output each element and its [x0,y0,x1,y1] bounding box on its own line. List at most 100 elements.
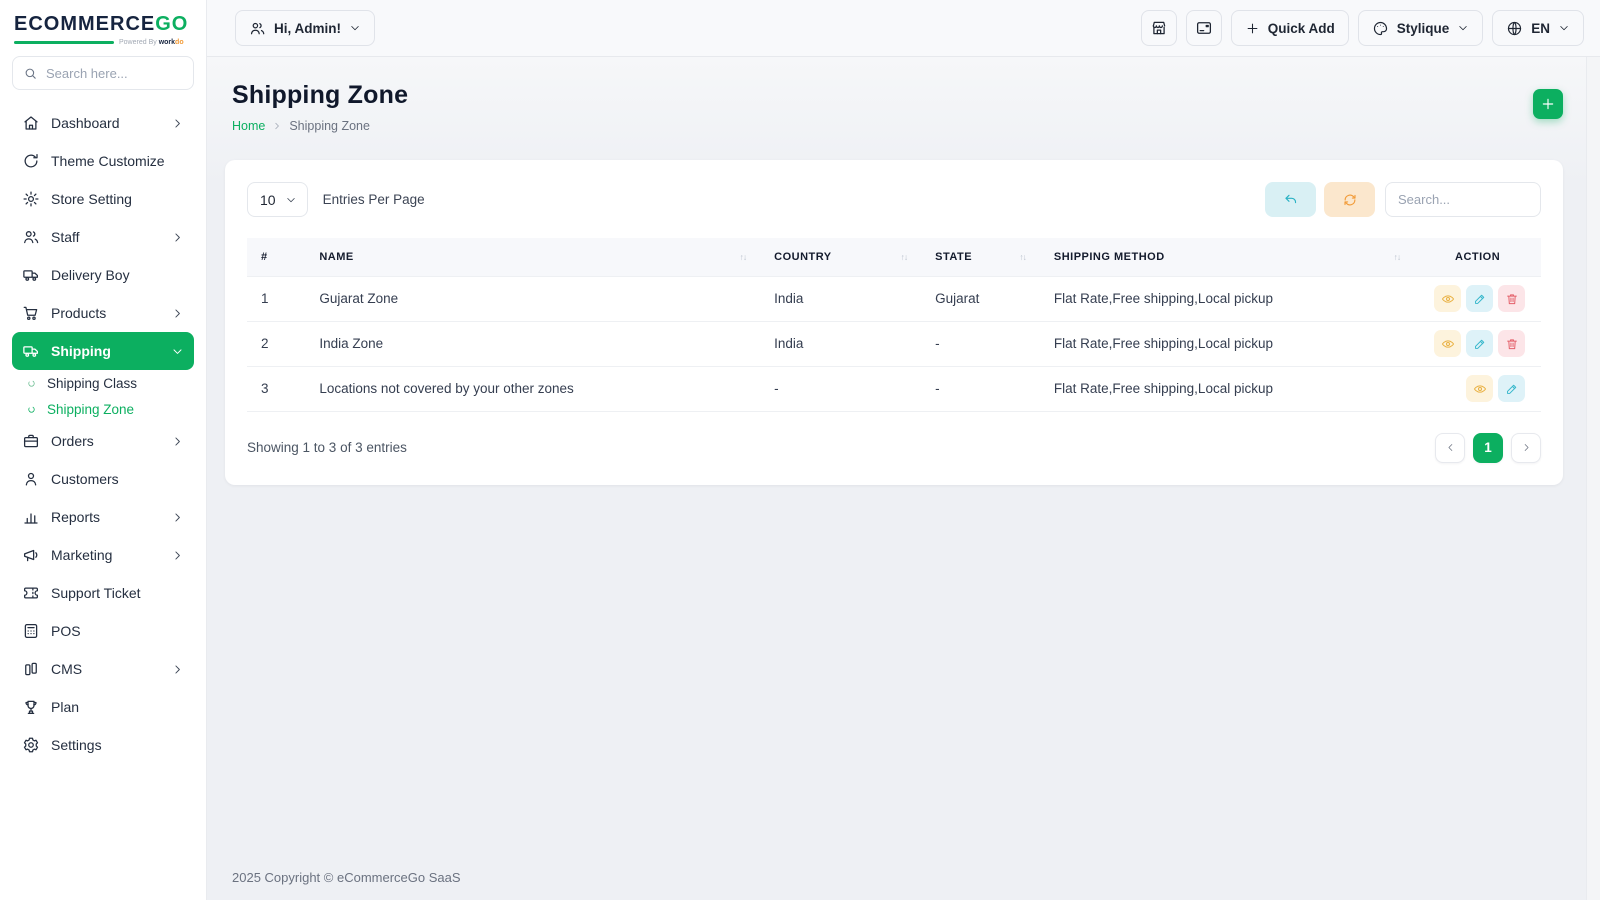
pagination-page-1[interactable]: 1 [1473,432,1503,463]
edit-button[interactable] [1466,285,1493,312]
column-header-state[interactable]: STATE ↑↓ [921,238,1040,276]
scrollbar-track[interactable] [1586,57,1600,900]
sidebar-subitem-shipping-zone[interactable]: Shipping Zone [12,396,194,422]
cell-name: India Zone [305,321,761,367]
language-switcher-button[interactable]: EN [1492,10,1584,46]
sidebar-item-dashboard[interactable]: Dashboard [12,104,194,142]
breadcrumb: Home Shipping Zone [232,119,408,133]
sidebar-item-settings[interactable]: Settings [12,726,194,764]
powered-by: Powered By workdo [119,39,184,46]
card-button[interactable] [1185,10,1222,46]
view-button[interactable] [1434,330,1461,357]
circle-icon [26,378,37,389]
sidebar-item-label: Marketing [51,547,113,563]
theme-label: Stylique [1396,20,1450,36]
sidebar-item-products[interactable]: Products [12,294,194,332]
entries-summary: Showing 1 to 3 of 3 entries [247,440,407,455]
topbar: Hi, Admin! Quick Add Stylique EN [207,0,1600,57]
column-header-country[interactable]: COUNTRY ↑↓ [760,238,922,276]
cell-state: - [921,321,1040,367]
circle-icon [26,404,37,415]
sidebar-item-label: Products [51,305,107,321]
sidebar-search [12,56,194,90]
main-content: Shipping Zone Home Shipping Zone 10 Entr… [207,57,1586,900]
eye-icon [1441,337,1455,351]
view-button[interactable] [1434,285,1461,312]
sidebar-item-support-ticket[interactable]: Support Ticket [12,574,194,612]
delete-button[interactable] [1498,330,1525,357]
sidebar-search-input[interactable] [46,65,183,81]
pencil-icon [1505,382,1519,396]
quick-add-label: Quick Add [1267,20,1335,36]
pencil-icon [1473,337,1487,351]
column-header-name[interactable]: NAME ↑↓ [305,238,761,276]
logo-text: ECOMMERCEGO [14,13,189,35]
edit-button[interactable] [1466,330,1493,357]
copyright: 2025 Copyright © eCommerceGo SaaS [232,870,461,885]
shipping-zone-table: # NAME ↑↓ COUNTRY ↑↓ STATE ↑↓ SHIPPING METH… [247,238,1541,412]
pagination: 1 [1435,432,1541,463]
sidebar-item-customers[interactable]: Customers [12,460,194,498]
quick-add-button[interactable]: Quick Add [1230,10,1349,46]
sidebar-item-label: Store Setting [51,191,132,207]
sidebar-item-theme-customize[interactable]: Theme Customize [12,142,194,180]
users-icon [249,20,266,37]
sort-icon[interactable]: ↑↓ [901,252,908,262]
theme-switcher-button[interactable]: Stylique [1357,10,1484,46]
sidebar-item-plan[interactable]: Plan [12,688,194,726]
cell-name: Locations not covered by your other zone… [305,366,761,412]
sidebar-item-reports[interactable]: Reports [12,498,194,536]
sidebar-item-store-setting[interactable]: Store Setting [12,180,194,218]
pagination-prev-button[interactable] [1435,432,1465,463]
pagination-next-button[interactable] [1511,432,1541,463]
sidebar-item-pos[interactable]: POS [12,612,194,650]
chevron-right-icon [171,549,184,562]
shipping-zone-card: 10 Entries Per Page # NAME↑↓ COUNTRY↑↓ [225,160,1563,485]
storefront-button[interactable] [1140,10,1177,46]
logo[interactable]: ECOMMERCEGO Powered By workdo [0,0,206,46]
edit-button[interactable] [1498,375,1525,402]
logo-accent: GO [155,13,189,35]
chevron-left-icon [1445,442,1456,453]
sidebar-item-label: POS [51,623,81,639]
logo-underline [14,41,114,44]
sidebar: ECOMMERCEGO Powered By workdo Dashboard … [0,0,207,900]
storefront-icon [1150,19,1168,37]
user-menu-button[interactable]: Hi, Admin! [235,10,375,46]
truck-icon [22,342,40,360]
cell-state: Gujarat [921,275,1040,322]
sidebar-nav: Dashboard Theme Customize Store Setting … [0,96,206,772]
chevron-down-icon [285,194,297,206]
sort-icon[interactable]: ↑↓ [740,252,747,262]
sidebar-subitem-shipping-class[interactable]: Shipping Class [12,370,194,396]
breadcrumb-home-link[interactable]: Home [232,119,265,133]
sidebar-item-cms[interactable]: CMS [12,650,194,688]
sidebar-item-marketing[interactable]: Marketing [12,536,194,574]
chevron-down-icon [349,22,361,34]
sidebar-item-label: Support Ticket [51,585,141,601]
delete-button[interactable] [1498,285,1525,312]
plus-icon [1540,96,1556,112]
pencil-icon [1473,292,1487,306]
sort-icon[interactable]: ↑↓ [1394,252,1401,262]
table-search-input[interactable] [1385,182,1541,217]
sidebar-item-orders[interactable]: Orders [12,422,194,460]
sidebar-item-delivery-boy[interactable]: Delivery Boy [12,256,194,294]
cell-shipping-method: Flat Rate,Free shipping,Local pickup [1039,366,1415,412]
chevron-down-icon [1457,22,1469,34]
sort-icon[interactable]: ↑↓ [1019,252,1026,262]
chevron-right-icon [171,435,184,448]
palette-icon [1372,20,1389,37]
sidebar-item-staff[interactable]: Staff [12,218,194,256]
briefcase-icon [22,432,40,450]
view-button[interactable] [1466,375,1493,402]
entries-per-page-select[interactable]: 10 [247,182,308,217]
add-shipping-zone-button[interactable] [1533,89,1563,119]
refresh-button[interactable] [1324,182,1375,217]
refresh-icon [1342,192,1358,208]
column-header-shipping-method[interactable]: SHIPPING METHOD ↑↓ [1039,238,1415,276]
sidebar-item-shipping[interactable]: Shipping [12,332,194,370]
undo-button[interactable] [1265,182,1316,217]
chevron-right-icon [171,511,184,524]
card-icon [1195,19,1213,37]
